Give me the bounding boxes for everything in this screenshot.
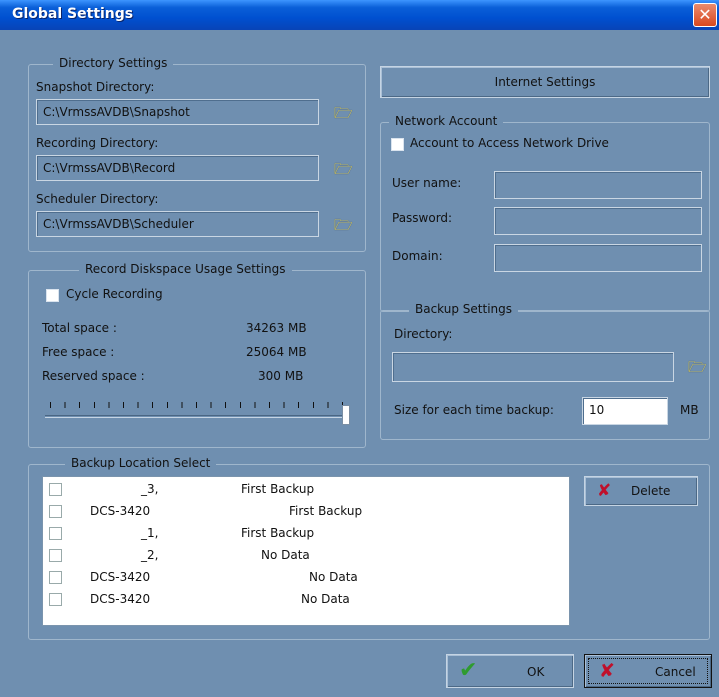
delete-button[interactable]: ✘ Delete	[584, 476, 698, 506]
row-status: No Data	[309, 570, 358, 584]
backup-location-list[interactable]: _3, First Backup DCS-3420 First Backup _…	[42, 476, 570, 626]
row-status: First Backup	[289, 504, 363, 518]
window-title: Global Settings	[12, 6, 134, 22]
row-device: DCS-3420	[90, 570, 151, 584]
backup-size-field[interactable]: 10	[582, 397, 668, 425]
backup-location-title: Backup Location Select	[65, 456, 217, 470]
list-item[interactable]: _2, No Data	[43, 545, 569, 567]
row-checkbox[interactable]	[49, 593, 62, 606]
list-item[interactable]: DCS-3420 No Data	[43, 567, 569, 589]
row-checkbox[interactable]	[49, 527, 62, 540]
backup-settings-title: Backup Settings	[409, 302, 519, 316]
reserved-space-label: Reserved space :	[42, 369, 145, 383]
row-status: No Data	[301, 592, 350, 606]
total-space-value: 34263 MB	[246, 321, 307, 335]
backup-size-label: Size for each time backup:	[394, 403, 554, 417]
title-bar: Global Settings ✕	[0, 0, 719, 30]
row-checkbox[interactable]	[49, 505, 62, 518]
list-item[interactable]: _3, First Backup	[43, 479, 569, 501]
network-access-checkbox[interactable]	[391, 138, 404, 151]
recording-directory-label: Recording Directory:	[36, 136, 159, 150]
row-device: DCS-3420	[90, 592, 151, 606]
password-field[interactable]	[494, 207, 702, 235]
diskspace-title: Record Diskspace Usage Settings	[79, 262, 292, 276]
reserved-space-value: 300 MB	[258, 369, 304, 383]
domain-label: Domain:	[392, 249, 443, 263]
list-item[interactable]: DCS-3420 First Backup	[43, 501, 569, 523]
total-space-label: Total space :	[42, 321, 117, 335]
row-device: _1,	[141, 526, 159, 540]
backup-folder-icon[interactable]: 🗁	[688, 360, 707, 375]
free-space-label: Free space :	[42, 345, 115, 359]
row-checkbox[interactable]	[49, 549, 62, 562]
snapshot-directory-field[interactable]: C:\VrmssAVDB\Snapshot	[36, 99, 319, 125]
recording-folder-icon[interactable]: 🗁	[334, 162, 353, 177]
delete-x-icon: ✘	[597, 481, 612, 501]
directory-settings-title: Directory Settings	[53, 56, 174, 70]
password-label: Password:	[392, 211, 453, 225]
cycle-recording-label: Cycle Recording	[66, 287, 163, 301]
backup-directory-label: Directory:	[394, 327, 453, 341]
slider-ticks	[50, 402, 346, 408]
backup-size-unit: MB	[680, 403, 699, 417]
close-button[interactable]: ✕	[693, 3, 717, 27]
cancel-x-icon: ✘	[599, 660, 615, 682]
row-checkbox[interactable]	[49, 483, 62, 496]
backup-directory-field[interactable]	[392, 352, 674, 382]
ok-check-icon: ✔	[459, 658, 478, 683]
username-field[interactable]	[494, 171, 702, 199]
slider-thumb[interactable]	[342, 405, 350, 425]
snapshot-folder-icon[interactable]: 🗁	[334, 106, 353, 121]
network-access-label: Account to Access Network Drive	[410, 136, 609, 150]
cancel-button[interactable]: ✘ Cancel	[584, 654, 712, 688]
internet-settings-button[interactable]: Internet Settings	[380, 66, 710, 98]
delete-label: Delete	[631, 484, 671, 498]
reserved-space-slider[interactable]	[45, 415, 349, 418]
username-label: User name:	[392, 176, 462, 190]
ok-label: OK	[527, 665, 545, 679]
recording-directory-field[interactable]: C:\VrmssAVDB\Record	[36, 155, 319, 181]
network-account-title: Network Account	[389, 114, 504, 128]
row-device: _2,	[141, 548, 159, 562]
row-device: DCS-3420	[90, 504, 151, 518]
scheduler-folder-icon[interactable]: 🗁	[334, 218, 353, 233]
dialog-client: Directory Settings Snapshot Directory: C…	[0, 30, 719, 697]
cycle-recording-checkbox[interactable]	[46, 289, 59, 302]
scheduler-directory-label: Scheduler Directory:	[36, 192, 159, 206]
ok-button[interactable]: ✔ OK	[446, 654, 574, 688]
snapshot-directory-label: Snapshot Directory:	[36, 80, 155, 94]
list-item[interactable]: DCS-3420 No Data	[43, 589, 569, 611]
row-status: No Data	[261, 548, 310, 562]
domain-field[interactable]	[494, 244, 702, 272]
free-space-value: 25064 MB	[246, 345, 307, 359]
row-status: First Backup	[241, 482, 315, 496]
row-status: First Backup	[241, 526, 315, 540]
list-item[interactable]: _1, First Backup	[43, 523, 569, 545]
scheduler-directory-field[interactable]: C:\VrmssAVDB\Scheduler	[36, 211, 319, 237]
row-checkbox[interactable]	[49, 571, 62, 584]
cancel-label: Cancel	[655, 665, 696, 679]
row-device: _3,	[141, 482, 159, 496]
